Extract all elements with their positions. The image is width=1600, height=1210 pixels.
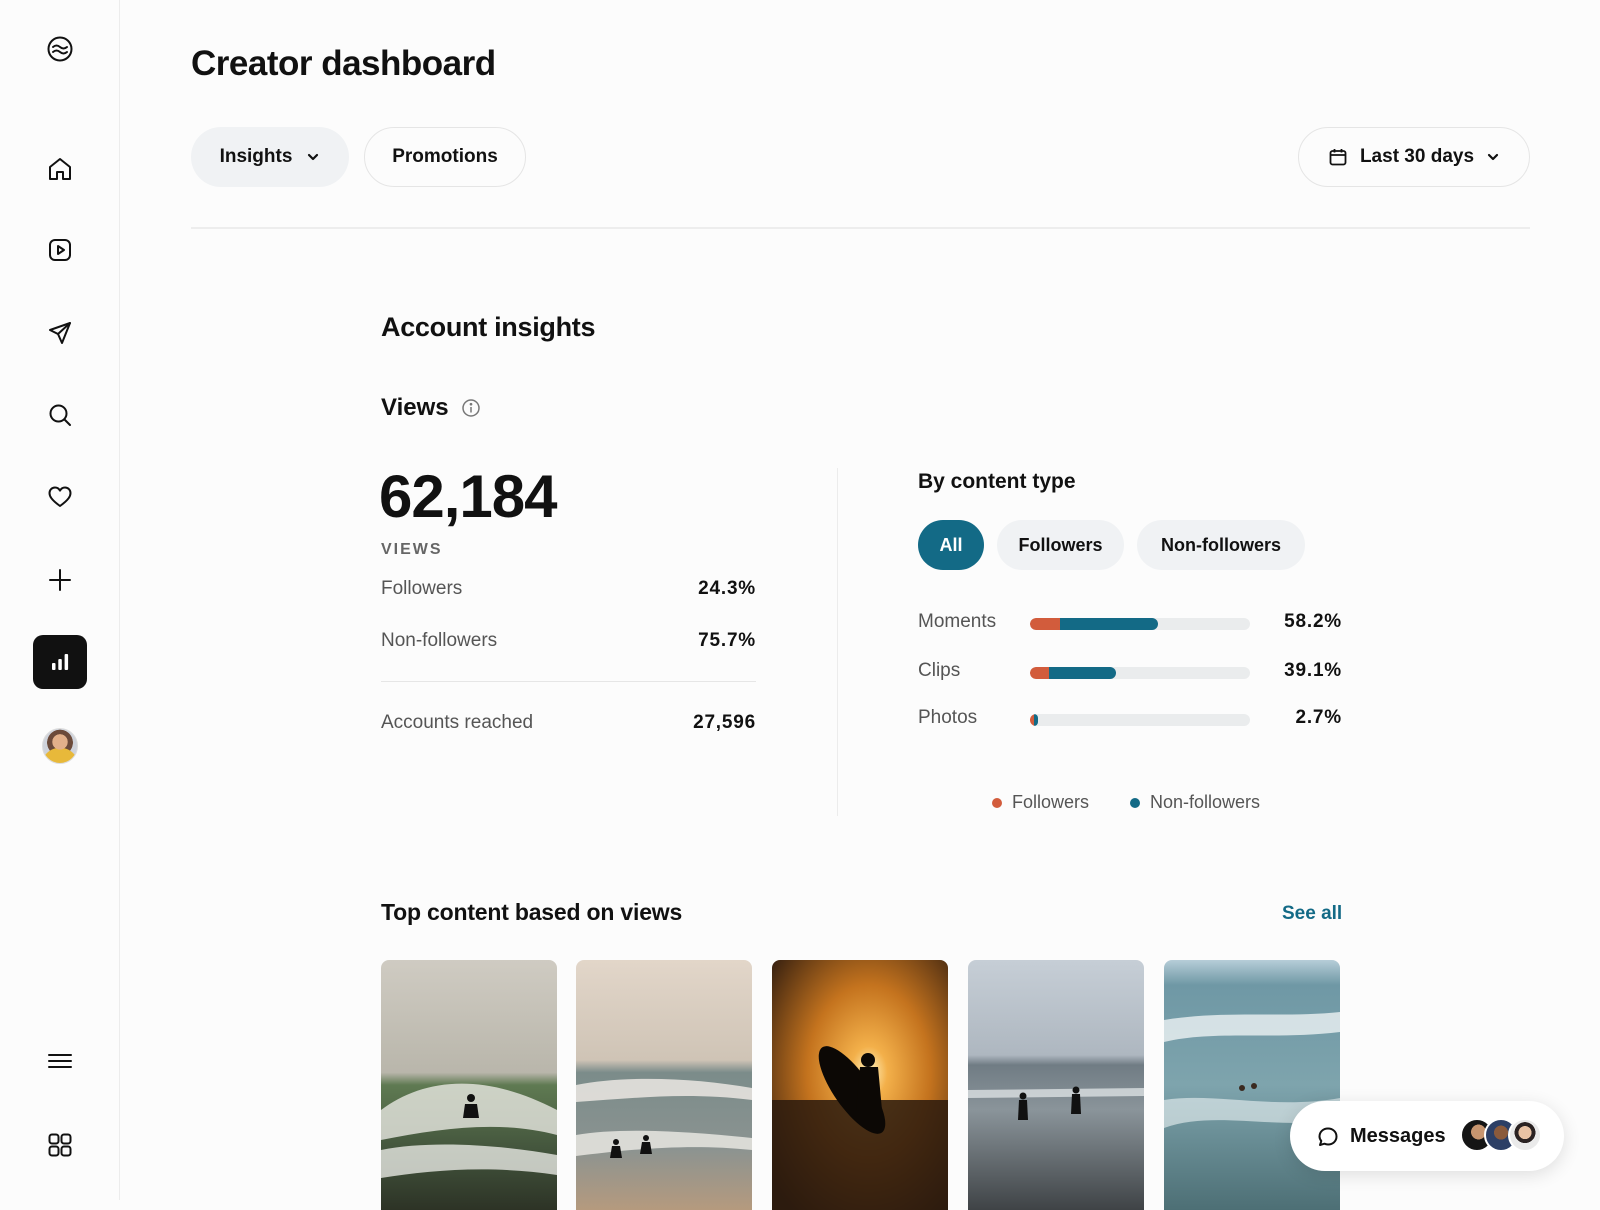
content-type-row-clips: Clips 39.1%	[918, 657, 1342, 687]
legend-label: Non-followers	[1150, 792, 1261, 812]
legend-dot-followers	[992, 797, 1002, 808]
sidebar-item-create[interactable]	[33, 553, 87, 607]
info-icon[interactable]	[461, 398, 481, 418]
views-title: Views	[381, 394, 449, 421]
content-type-bar-track	[1030, 714, 1250, 726]
home-icon	[49, 158, 71, 180]
vertical-divider	[837, 468, 838, 816]
stat-label: Followers	[381, 578, 463, 599]
chat-bubble-icon	[1318, 1127, 1338, 1146]
page-title: Creator dashboard	[191, 44, 496, 83]
search-icon	[49, 404, 71, 426]
send-icon	[49, 322, 71, 344]
sidebar-item-search[interactable]	[33, 388, 87, 442]
filter-chip-all[interactable]: All	[918, 520, 984, 570]
content-type-row-moments: Moments 58.2%	[918, 608, 1342, 638]
promotions-button[interactable]: Promotions	[364, 127, 526, 187]
nonfollowers-bar-segment	[1059, 618, 1159, 630]
content-type-percent: 39.1%	[1284, 660, 1342, 681]
sidebar-item-apps[interactable]	[33, 1118, 87, 1172]
header-divider	[191, 227, 1530, 229]
followers-bar-segment	[1030, 667, 1049, 679]
sidebar-item-dashboard[interactable]	[33, 635, 87, 689]
sidebar-item-notifications[interactable]	[33, 470, 87, 524]
insights-dropdown-label: Insights	[219, 146, 293, 167]
top-content-thumbnail-2[interactable]	[576, 960, 752, 1210]
chevron-down-icon	[308, 153, 319, 161]
views-heading: Views	[381, 394, 481, 422]
surf-photo-shore	[968, 960, 1144, 1210]
logo-icon	[47, 36, 73, 62]
account-insights-title: Account insights	[381, 312, 596, 342]
surf-photo-ocean	[1164, 960, 1340, 1210]
calendar-icon	[1329, 149, 1347, 166]
sidebar-item-messages[interactable]	[33, 306, 87, 360]
sidebar	[0, 0, 120, 1200]
date-range-dropdown[interactable]: Last 30 days	[1298, 127, 1530, 187]
grid-icon	[48, 1133, 72, 1157]
top-content-thumbnail-4[interactable]	[968, 960, 1144, 1210]
see-all-link[interactable]: See all	[1282, 903, 1342, 925]
app-logo[interactable]	[33, 22, 87, 76]
date-range-label: Last 30 days	[1359, 146, 1475, 167]
play-square-icon	[49, 239, 71, 261]
stat-row-nonfollowers: Non-followers 75.7%	[381, 630, 756, 652]
stat-row-followers: Followers 24.3%	[381, 578, 756, 600]
stat-label: Accounts reached	[381, 712, 534, 733]
top-content-thumbnail-3[interactable]	[772, 960, 948, 1210]
stat-value: 27,596	[693, 712, 756, 733]
legend-item-nonfollowers: Non-followers	[1130, 792, 1260, 813]
heart-icon	[48, 486, 72, 507]
plus-icon	[49, 569, 71, 591]
views-total: 62,184	[379, 463, 558, 530]
filter-chip-nonfollowers[interactable]: Non-followers	[1137, 520, 1305, 570]
content-type-percent: 2.7%	[1295, 707, 1342, 728]
content-type-percent: 58.2%	[1284, 611, 1342, 632]
stat-row-accounts-reached: Accounts reached 27,596	[381, 712, 756, 734]
nonfollowers-bar-segment	[1034, 714, 1038, 726]
content-type-label: Moments	[918, 611, 997, 632]
insights-dropdown[interactable]: Insights	[191, 127, 349, 187]
surf-photo-beach	[576, 960, 752, 1210]
chevron-down-icon	[1487, 153, 1499, 161]
surf-photo-wave	[381, 960, 557, 1210]
sidebar-item-menu[interactable]	[33, 1034, 87, 1088]
stat-label: Non-followers	[381, 630, 498, 651]
stat-value: 75.7%	[698, 630, 756, 651]
sidebar-item-profile-avatar[interactable]	[42, 728, 78, 764]
content-type-bar-track	[1030, 618, 1250, 630]
content-type-label: Clips	[918, 660, 961, 681]
hamburger-menu-icon	[48, 1054, 72, 1068]
sidebar-item-reels[interactable]	[33, 223, 87, 277]
legend-dot-nonfollowers	[1130, 797, 1140, 808]
views-caption: VIEWS	[381, 541, 443, 558]
content-type-bar-track	[1030, 667, 1250, 679]
message-avatar-3	[1508, 1118, 1542, 1152]
messages-bar[interactable]: Messages	[1290, 1101, 1564, 1171]
top-content-thumbnail-1[interactable]	[381, 960, 557, 1210]
top-content-title: Top content based on views	[381, 899, 683, 925]
stat-divider	[381, 681, 756, 682]
legend-label: Followers	[1012, 792, 1090, 812]
messages-label: Messages	[1350, 1125, 1446, 1147]
followers-bar-segment	[1030, 618, 1060, 630]
nonfollowers-bar-segment	[1048, 667, 1116, 679]
promotions-label: Promotions	[392, 146, 498, 167]
stat-value: 24.3%	[698, 578, 756, 599]
bar-chart-icon	[52, 654, 69, 670]
by-content-type-title: By content type	[918, 470, 1076, 493]
content-type-row-photos: Photos 2.7%	[918, 704, 1342, 734]
content-type-label: Photos	[918, 707, 978, 728]
surf-photo-sunset	[772, 960, 948, 1210]
filter-chip-followers[interactable]: Followers	[997, 520, 1124, 570]
legend-item-followers: Followers	[992, 792, 1089, 813]
sidebar-item-home[interactable]	[33, 142, 87, 196]
top-content-thumbnail-5[interactable]	[1164, 960, 1340, 1210]
